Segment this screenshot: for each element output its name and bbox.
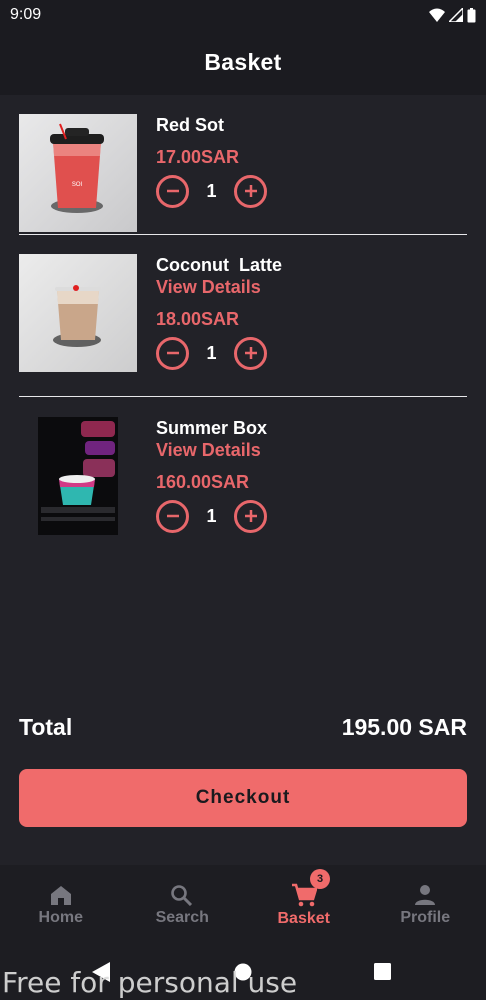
home-icon bbox=[50, 885, 71, 905]
decrement-button[interactable] bbox=[156, 499, 189, 533]
view-details-link[interactable]: View Details bbox=[156, 276, 456, 298]
view-details-link[interactable]: View Details bbox=[156, 439, 456, 461]
decrement-button[interactable] bbox=[156, 174, 189, 208]
item-price: 160.00SAR bbox=[156, 472, 250, 492]
increment-button[interactable] bbox=[234, 174, 267, 208]
app-bar: Basket bbox=[0, 30, 486, 95]
nav-label: Home bbox=[38, 908, 83, 926]
item-info: Red Sot 17.00SAR 1 bbox=[156, 114, 456, 208]
nav-item-home[interactable]: Home bbox=[0, 865, 122, 945]
nav-item-search[interactable]: Search bbox=[122, 865, 244, 945]
total-value: 195.00 SAR bbox=[341, 713, 467, 740]
minus-icon bbox=[166, 351, 179, 355]
product-image[interactable] bbox=[19, 254, 137, 372]
nav-label: Profile bbox=[400, 908, 451, 926]
minus-icon bbox=[166, 189, 179, 193]
status-time: 9:09 bbox=[10, 6, 42, 23]
basket-item-summer-box: Summer Box View Details 160.00SAR 1 bbox=[19, 417, 467, 535]
basket-item-red-sot: SOI Red Sot 17.00SAR 1 bbox=[19, 114, 467, 232]
plus-icon bbox=[244, 347, 257, 359]
item-info: Summer Box View Details 160.00SAR 1 bbox=[156, 417, 456, 533]
product-image[interactable] bbox=[19, 417, 137, 535]
quantity-value: 1 bbox=[206, 180, 217, 201]
status-icons bbox=[429, 7, 476, 23]
decrement-button[interactable] bbox=[156, 336, 189, 370]
quantity-stepper: 1 bbox=[156, 336, 456, 370]
increment-button[interactable] bbox=[234, 336, 267, 370]
page-title: Basket bbox=[204, 49, 282, 75]
cart-count-badge: 3 bbox=[310, 869, 330, 889]
minus-icon bbox=[166, 514, 179, 518]
wifi-icon bbox=[429, 8, 445, 22]
quantity-stepper: 1 bbox=[156, 174, 456, 208]
plus-icon bbox=[244, 185, 257, 197]
item-name: Coconut Latte bbox=[156, 255, 282, 275]
quantity-value: 1 bbox=[206, 505, 217, 526]
item-price: 18.00SAR bbox=[156, 309, 240, 329]
total-label: Total bbox=[19, 713, 73, 740]
item-name: Red Sot bbox=[156, 115, 225, 135]
watermark-text: Free for personal use bbox=[2, 966, 298, 999]
bottom-nav: Home Search Basket 3 Profile bbox=[0, 865, 486, 945]
signal-icon bbox=[449, 8, 463, 22]
battery-icon bbox=[467, 7, 476, 22]
total-row: Total 195.00 SAR bbox=[19, 710, 467, 744]
quantity-value: 1 bbox=[206, 342, 217, 363]
product-image[interactable]: SOI bbox=[19, 114, 137, 232]
recents-icon[interactable] bbox=[374, 963, 391, 980]
divider bbox=[19, 234, 467, 235]
search-icon bbox=[171, 884, 193, 906]
svg-text:SOI: SOI bbox=[72, 182, 83, 188]
person-icon bbox=[415, 884, 436, 905]
nav-item-profile[interactable]: Profile bbox=[365, 865, 486, 945]
status-bar: 9:09 bbox=[0, 0, 486, 30]
item-info: Coconut Latte View Details 18.00SAR 1 bbox=[156, 254, 456, 370]
item-name: Summer Box bbox=[156, 418, 268, 438]
divider bbox=[19, 396, 467, 397]
nav-label: Search bbox=[155, 908, 209, 926]
basket-item-coconut-latte: Coconut Latte View Details 18.00SAR 1 bbox=[19, 254, 467, 372]
item-price: 17.00SAR bbox=[156, 147, 240, 167]
plus-icon bbox=[244, 510, 257, 522]
nav-label: Basket bbox=[277, 909, 330, 927]
quantity-stepper: 1 bbox=[156, 499, 456, 533]
increment-button[interactable] bbox=[234, 499, 267, 533]
nav-item-basket[interactable]: Basket 3 bbox=[243, 865, 365, 945]
checkout-button[interactable]: Checkout bbox=[19, 769, 467, 827]
